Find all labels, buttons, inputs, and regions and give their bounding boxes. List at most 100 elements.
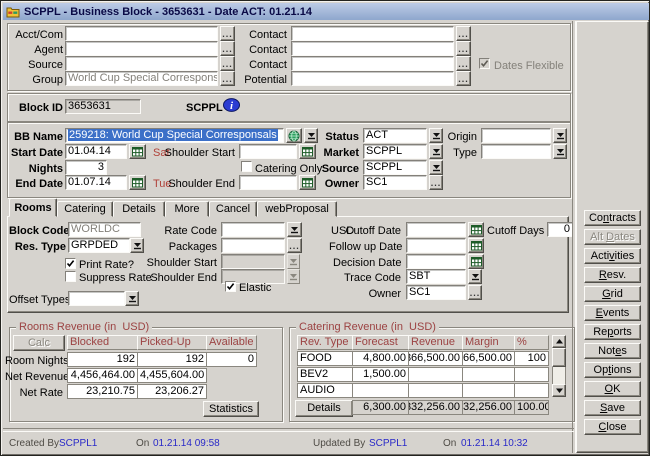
catering-row-margin[interactable] bbox=[462, 367, 515, 382]
side-button-options[interactable]: Options bbox=[584, 362, 641, 378]
scroll-down-button[interactable] bbox=[552, 384, 566, 397]
end-date-calendar-button[interactable] bbox=[129, 175, 146, 190]
market-field[interactable]: SCPPL bbox=[363, 144, 427, 159]
contact1-lov-button[interactable]: ... bbox=[456, 26, 471, 41]
catering-only-checkbox[interactable] bbox=[241, 161, 252, 172]
details-button[interactable]: Details bbox=[295, 400, 353, 417]
statistics-button[interactable]: Statistics bbox=[203, 401, 259, 417]
tab-owner-lov-button[interactable]: ... bbox=[468, 285, 482, 300]
origin-field[interactable] bbox=[481, 128, 551, 143]
catering-row-type[interactable]: FOOD bbox=[297, 351, 353, 366]
contact3-lov-button[interactable]: ... bbox=[456, 56, 471, 71]
catering-row-type[interactable]: BEV2 bbox=[297, 367, 353, 382]
side-button-grid[interactable]: Grid bbox=[584, 286, 641, 302]
potential-field[interactable] bbox=[291, 71, 454, 86]
cutoff-date-calendar-button[interactable] bbox=[468, 222, 484, 237]
end-date-field[interactable]: 01.07.14 bbox=[65, 175, 127, 190]
rate-code-field[interactable] bbox=[221, 222, 285, 237]
side-button-events[interactable]: Events bbox=[584, 305, 641, 321]
catering-row-pct[interactable] bbox=[514, 383, 549, 398]
tab-cancel[interactable]: Cancel bbox=[209, 201, 257, 217]
room-nights-blocked-cell[interactable]: 192 bbox=[67, 352, 138, 367]
print-rate-checkbox[interactable] bbox=[65, 258, 76, 269]
catering-row-type[interactable]: AUDIO bbox=[297, 383, 353, 398]
contact1-field[interactable] bbox=[291, 26, 454, 41]
catering-row-revenue[interactable]: 9,866,500.00 bbox=[408, 351, 463, 366]
cutoff-days-field[interactable]: 0 bbox=[547, 222, 573, 237]
catering-row-revenue[interactable] bbox=[408, 383, 463, 398]
type-field[interactable] bbox=[481, 144, 551, 159]
tab-catering[interactable]: Catering bbox=[57, 201, 113, 217]
source-field[interactable] bbox=[65, 56, 218, 71]
contact2-field[interactable] bbox=[291, 41, 454, 56]
suppress-rate-checkbox[interactable] bbox=[65, 271, 76, 282]
side-button-save[interactable]: Save bbox=[584, 400, 641, 416]
side-button-notes[interactable]: Notes bbox=[584, 343, 641, 359]
catering-row-forecast[interactable] bbox=[352, 383, 409, 398]
offset-types-dropdown-button[interactable] bbox=[125, 291, 139, 306]
status-field[interactable]: ACT bbox=[363, 128, 427, 143]
agent-field[interactable] bbox=[65, 41, 218, 56]
net-revenue-blocked-cell[interactable]: 4,456,464.00 bbox=[67, 368, 138, 383]
net-revenue-picked-cell[interactable]: 4,455,604.00 bbox=[137, 368, 207, 383]
net-rate-picked-cell[interactable]: 23,206.27 bbox=[137, 384, 207, 399]
tab-owner-field[interactable]: SC1 bbox=[406, 285, 466, 300]
side-button-activities[interactable]: Activities bbox=[584, 248, 641, 264]
catering-row-forecast[interactable]: 4,800.00 bbox=[352, 351, 409, 366]
nights-field[interactable]: 3 bbox=[65, 160, 107, 175]
start-date-calendar-button[interactable] bbox=[129, 144, 146, 159]
res-type-dropdown-button[interactable] bbox=[130, 238, 144, 253]
follow-up-date-calendar-button[interactable] bbox=[468, 238, 484, 253]
origin-dropdown-button[interactable] bbox=[553, 128, 567, 143]
agent-lov-button[interactable]: ... bbox=[220, 41, 235, 56]
side-button-contracts[interactable]: Contracts bbox=[584, 210, 641, 226]
catering-row-pct[interactable]: 100 bbox=[514, 351, 549, 366]
packages-lov-button[interactable]: ... bbox=[287, 238, 302, 253]
tab-more[interactable]: More bbox=[165, 201, 209, 217]
room-nights-picked-cell[interactable]: 192 bbox=[137, 352, 207, 367]
info-icon[interactable]: i bbox=[223, 98, 240, 112]
source-lov-button[interactable]: ... bbox=[220, 56, 235, 71]
tab-rooms[interactable]: Rooms bbox=[9, 198, 57, 217]
acct-com-lov-button[interactable]: ... bbox=[220, 26, 235, 41]
side-button-reports[interactable]: Reports bbox=[584, 324, 641, 340]
decision-date-calendar-button[interactable] bbox=[468, 254, 484, 269]
group-lov-button[interactable]: ... bbox=[220, 71, 235, 86]
acct-com-field[interactable] bbox=[65, 26, 218, 41]
res-type-field[interactable]: GRPDED bbox=[68, 238, 130, 253]
catering-row-forecast[interactable]: 1,500.00 bbox=[352, 367, 409, 382]
decision-date-field[interactable] bbox=[406, 254, 466, 269]
tab-details[interactable]: Details bbox=[113, 201, 165, 217]
owner-field[interactable]: SC1 bbox=[363, 175, 427, 190]
scroll-up-button[interactable] bbox=[552, 335, 566, 348]
follow-up-date-field[interactable] bbox=[406, 238, 466, 253]
net-rate-blocked-cell[interactable]: 23,210.75 bbox=[67, 384, 138, 399]
source2-field[interactable]: SCPPL bbox=[363, 160, 427, 175]
trace-code-field[interactable]: SBT bbox=[406, 269, 466, 284]
source-dropdown-button[interactable] bbox=[429, 160, 443, 175]
side-button-ok[interactable]: OK bbox=[584, 381, 641, 397]
contact3-field[interactable] bbox=[291, 56, 454, 71]
trace-code-dropdown-button[interactable] bbox=[468, 269, 482, 284]
potential-lov-button[interactable]: ... bbox=[456, 71, 471, 86]
rate-code-dropdown-button[interactable] bbox=[287, 222, 302, 237]
tab-webproposal[interactable]: webProposal bbox=[257, 201, 337, 217]
scrollbar-thumb[interactable] bbox=[552, 348, 566, 367]
shoulder-end-field[interactable] bbox=[239, 175, 297, 190]
catering-row-pct[interactable] bbox=[514, 367, 549, 382]
room-nights-available-cell[interactable]: 0 bbox=[206, 352, 257, 367]
catering-row-margin[interactable] bbox=[462, 383, 515, 398]
contact2-lov-button[interactable]: ... bbox=[456, 41, 471, 56]
bb-name-field[interactable]: 259218: World Cup Special Corresponsals bbox=[65, 128, 284, 143]
catering-row-margin[interactable]: 9,866,500.00 bbox=[462, 351, 515, 366]
elastic-checkbox[interactable] bbox=[225, 281, 236, 292]
start-date-field[interactable]: 01.04.14 bbox=[65, 144, 127, 159]
offset-types-field[interactable] bbox=[68, 291, 125, 306]
side-button-resv[interactable]: Resv. bbox=[584, 267, 641, 283]
owner-lov-button[interactable]: ... bbox=[429, 175, 443, 190]
cutoff-date-field[interactable] bbox=[406, 222, 466, 237]
shoulder-start-field[interactable] bbox=[239, 144, 297, 159]
bb-name-web-button[interactable] bbox=[286, 128, 302, 143]
type-dropdown-button[interactable] bbox=[553, 144, 567, 159]
catering-row-revenue[interactable] bbox=[408, 367, 463, 382]
